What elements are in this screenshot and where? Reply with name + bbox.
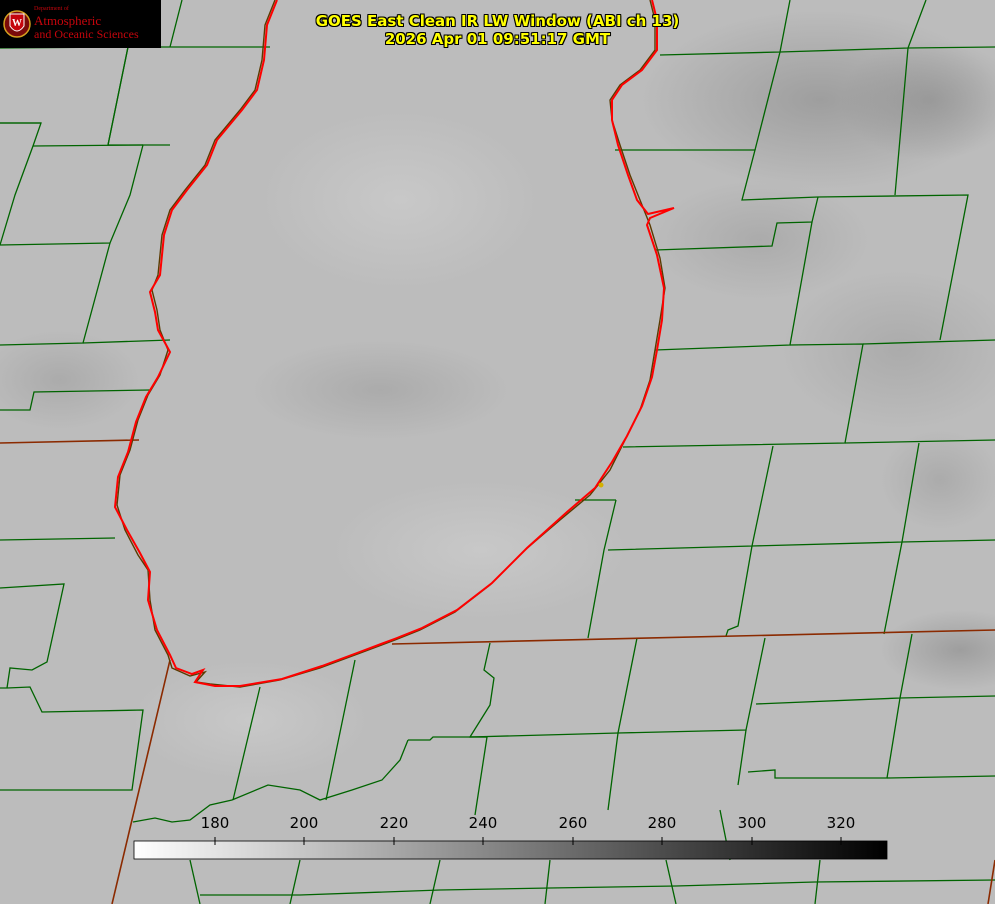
station-marker <box>598 482 604 488</box>
image-timestamp: 2026 Apr 01 09:51:17 GMT <box>384 30 611 48</box>
colorbar-tick-label: 260 <box>558 814 588 832</box>
colorbar-tick-label: 180 <box>200 814 230 832</box>
satellite-map <box>0 0 995 904</box>
cloud-texture <box>0 10 995 780</box>
colorbar <box>133 840 888 860</box>
colorbar-tick-label: 220 <box>379 814 409 832</box>
colorbar-tick-label: 280 <box>647 814 677 832</box>
image-title: GOES East Clean IR LW Window (ABI ch 13) <box>315 12 680 30</box>
colorbar-tick-label: 200 <box>289 814 319 832</box>
satellite-image-viewer: 180 200 220 240 260 280 300 320 W Depart… <box>0 0 995 904</box>
colorbar-tick-label: 300 <box>737 814 767 832</box>
colorbar-tick-label: 320 <box>826 814 856 832</box>
colorbar-tick-label: 240 <box>468 814 498 832</box>
